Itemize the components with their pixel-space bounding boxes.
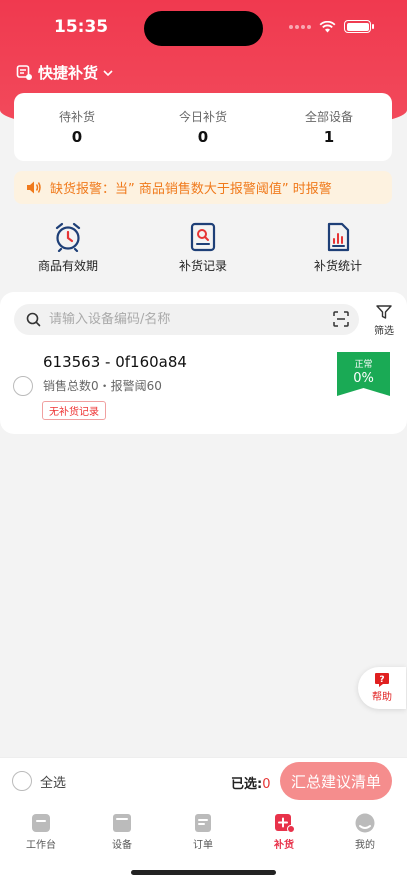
alert-text: 缺货报警：当” 商品销售数大于报警阈值” 时报警 <box>50 182 332 197</box>
search-input[interactable] <box>49 312 319 327</box>
alarm-clock-icon <box>55 222 81 252</box>
tab-label: 订单 <box>193 840 213 851</box>
svg-text:?: ? <box>379 675 384 685</box>
profile-icon <box>355 813 375 833</box>
search-record-icon <box>190 222 216 252</box>
stock-alert-banner: 缺货报警：当” 商品销售数大于报警阈值” 时报警 <box>14 171 392 204</box>
stats-card: 待补货 0 今日补货 0 全部设备 1 <box>14 93 392 161</box>
no-record-tag: 无补货记录 <box>42 401 106 420</box>
shortcut-expiry[interactable]: 商品有效期 <box>13 222 123 274</box>
bottom-action-bar: 全选 已选:0 汇总建议清单 <box>0 757 407 805</box>
status-badge: 正常 0% <box>337 352 390 396</box>
order-icon <box>195 814 211 832</box>
device-icon <box>113 814 131 832</box>
status-value: 0% <box>353 371 374 386</box>
device-panel: 筛选 613563 - 0f160a84 销售总数0・报警阈60 无补货记录 正… <box>0 292 407 434</box>
stat-value: 0 <box>197 128 209 146</box>
device-title: 613563 - 0f160a84 <box>43 353 187 371</box>
tab-order[interactable]: 订单 <box>173 812 233 851</box>
help-icon: ? <box>375 673 389 687</box>
restock-cart-icon <box>16 65 32 80</box>
status-indicators <box>289 20 374 33</box>
tab-label: 补货 <box>274 840 294 851</box>
selected-count: 已选:0 <box>231 773 270 792</box>
scan-icon[interactable] <box>333 311 349 327</box>
shortcut-label: 补货统计 <box>313 259 362 273</box>
search-bar[interactable] <box>14 304 359 335</box>
shortcut-label: 补货记录 <box>178 259 227 273</box>
quick-restock-dropdown[interactable]: 快捷补货 <box>16 62 113 83</box>
select-all-label: 全选 <box>40 775 67 791</box>
tab-device[interactable]: 设备 <box>92 812 152 851</box>
search-icon <box>26 312 41 327</box>
tab-workbench[interactable]: 工作台 <box>11 812 71 851</box>
select-all[interactable]: 全选 <box>12 771 66 791</box>
stat-value: 0 <box>71 128 83 146</box>
workbench-icon <box>32 814 50 832</box>
select-all-radio[interactable] <box>12 771 32 791</box>
wifi-icon <box>319 20 336 32</box>
shortcut-restock-stats[interactable]: 补货统计 <box>283 222 393 274</box>
page-title: 快捷补货 <box>38 64 99 82</box>
status-label: 正常 <box>354 360 373 370</box>
chevron-down-icon <box>103 69 113 76</box>
shortcut-row: 商品有效期 补货记录 补货统计 <box>0 222 407 278</box>
restock-icon <box>275 814 295 833</box>
tab-profile[interactable]: 我的 <box>335 812 395 851</box>
list-item[interactable]: 613563 - 0f160a84 销售总数0・报警阈60 无补货记录 正常 0… <box>0 346 407 426</box>
stat-today[interactable]: 今日补货 0 <box>148 108 258 146</box>
filter-label: 筛选 <box>374 326 394 337</box>
summary-list-button[interactable]: 汇总建议清单 <box>280 762 392 800</box>
status-time: 15:35 <box>54 17 109 37</box>
tab-label: 工作台 <box>26 840 56 851</box>
dynamic-island <box>144 11 263 46</box>
tab-restock[interactable]: 补货 <box>254 812 314 851</box>
battery-icon <box>344 20 374 33</box>
tab-label: 我的 <box>355 840 375 851</box>
selected-label: 已选: <box>231 777 263 792</box>
stat-pending[interactable]: 待补货 0 <box>22 108 132 146</box>
tab-label: 设备 <box>112 840 132 851</box>
stat-value: 1 <box>323 128 335 146</box>
shortcut-restock-record[interactable]: 补货记录 <box>148 222 258 274</box>
signal-icon <box>289 24 311 29</box>
stat-label: 全部设备 <box>304 110 353 124</box>
status-bar: 15:35 <box>0 0 407 54</box>
speaker-icon <box>27 181 41 194</box>
device-subtitle: 销售总数0・报警阈60 <box>43 379 162 393</box>
stat-label: 待补货 <box>58 110 95 124</box>
device-select-radio[interactable] <box>13 376 33 396</box>
selected-number: 0 <box>262 777 271 792</box>
filter-button[interactable]: 筛选 <box>369 305 399 337</box>
shortcut-label: 商品有效期 <box>37 259 98 273</box>
home-indicator <box>131 870 276 875</box>
help-label: 帮助 <box>372 692 392 703</box>
bar-chart-doc-icon <box>327 222 350 252</box>
stat-label: 今日补货 <box>178 110 227 124</box>
help-button[interactable]: ? 帮助 <box>358 667 406 709</box>
filter-icon <box>376 305 392 319</box>
stat-all-devices[interactable]: 全部设备 1 <box>274 108 384 146</box>
